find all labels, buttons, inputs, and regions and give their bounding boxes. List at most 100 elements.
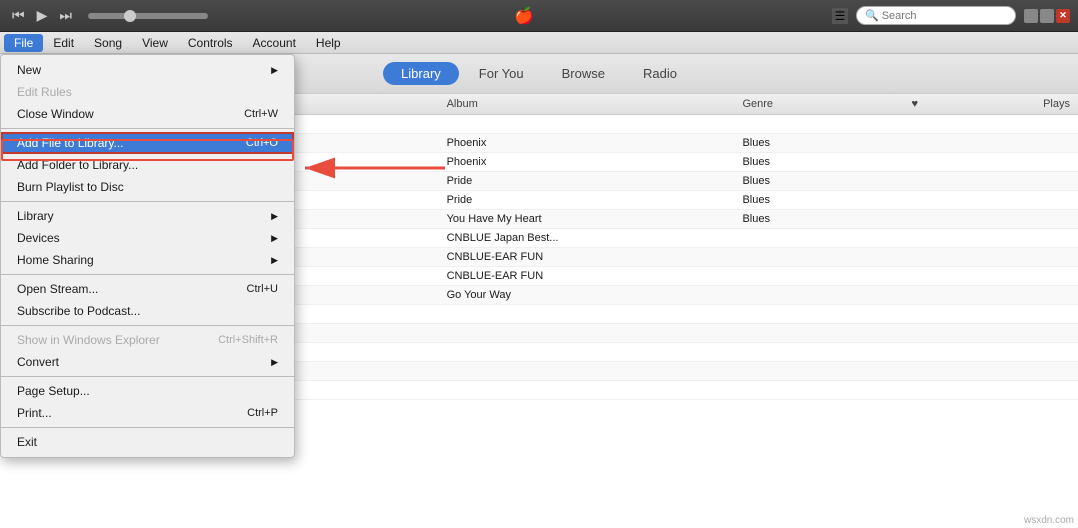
menu-bar: File Edit Song View Controls Account Hel… (0, 32, 1078, 54)
submenu-arrow-library-icon: ▶ (271, 211, 278, 222)
cell-genre (734, 324, 903, 343)
menu-devices[interactable]: Devices ▶ (1, 227, 294, 249)
submenu-arrow-icon: ▶ (271, 65, 278, 76)
menu-edit[interactable]: Edit (43, 34, 84, 52)
cell-album: CNBLUE-EAR FUN (439, 267, 735, 286)
cell-plays (951, 115, 1078, 134)
menu-new[interactable]: New ▶ (1, 59, 294, 81)
cell-plays (951, 305, 1078, 324)
col-plays[interactable]: Plays (951, 94, 1078, 115)
menu-burn-playlist[interactable]: Burn Playlist to Disc (1, 176, 294, 198)
cell-heart2 (904, 191, 952, 210)
cell-genre (734, 115, 903, 134)
submenu-arrow-convert-icon: ▶ (271, 357, 278, 368)
rewind-button[interactable]: ⏮ (8, 7, 29, 24)
tab-browse[interactable]: Browse (544, 62, 623, 85)
cell-genre: Blues (734, 172, 903, 191)
cell-album: You Have My Heart (439, 210, 735, 229)
cell-heart2 (904, 172, 952, 191)
cell-heart2 (904, 248, 952, 267)
cell-album (439, 115, 735, 134)
play-button[interactable]: ▶ (33, 7, 52, 24)
menu-view[interactable]: View (132, 34, 178, 52)
progress-knob[interactable] (124, 10, 136, 22)
menu-add-folder[interactable]: Add Folder to Library... (1, 154, 294, 176)
separator-1 (1, 128, 294, 129)
cell-plays (951, 343, 1078, 362)
col-heart2[interactable]: ♥ (904, 94, 952, 115)
menu-open-stream[interactable]: Open Stream... Ctrl+U (1, 278, 294, 300)
cell-plays (951, 324, 1078, 343)
menu-convert[interactable]: Convert ▶ (1, 351, 294, 373)
cell-album: Pride (439, 172, 735, 191)
search-input[interactable] (882, 10, 1002, 22)
menu-account[interactable]: Account (243, 34, 306, 52)
cell-album: CNBLUE Japan Best... (439, 229, 735, 248)
cell-plays (951, 229, 1078, 248)
menu-close-window[interactable]: Close Window Ctrl+W (1, 103, 294, 125)
cell-genre (734, 381, 903, 400)
cell-genre: Blues (734, 210, 903, 229)
cell-heart2 (904, 210, 952, 229)
file-dropdown-menu: New ▶ Edit Rules Close Window Ctrl+W Add… (0, 54, 295, 458)
menu-library[interactable]: Library ▶ (1, 205, 294, 227)
cell-plays (951, 210, 1078, 229)
progress-bar[interactable] (88, 13, 208, 19)
cell-album (439, 324, 735, 343)
cell-album: Pride (439, 191, 735, 210)
separator-5 (1, 376, 294, 377)
separator-3 (1, 274, 294, 275)
col-genre[interactable]: Genre (734, 94, 903, 115)
cell-heart2 (904, 115, 952, 134)
cell-genre (734, 229, 903, 248)
menu-edit-rules: Edit Rules (1, 81, 294, 103)
fast-forward-button[interactable]: ⏭ (55, 7, 76, 24)
menu-print[interactable]: Print... Ctrl+P (1, 402, 294, 424)
search-bar[interactable]: 🔍 (856, 6, 1016, 25)
menu-help[interactable]: Help (306, 34, 351, 52)
cell-plays (951, 191, 1078, 210)
tab-radio[interactable]: Radio (625, 62, 695, 85)
close-button[interactable]: ✕ (1056, 9, 1070, 23)
cell-album (439, 343, 735, 362)
cell-plays (951, 134, 1078, 153)
menu-song[interactable]: Song (84, 34, 132, 52)
cell-plays (951, 267, 1078, 286)
tab-for-you[interactable]: For You (461, 62, 542, 85)
submenu-arrow-devices-icon: ▶ (271, 233, 278, 244)
cell-genre: Blues (734, 191, 903, 210)
cell-album (439, 381, 735, 400)
cell-heart2 (904, 362, 952, 381)
cell-heart2 (904, 324, 952, 343)
cell-heart2 (904, 381, 952, 400)
separator-6 (1, 427, 294, 428)
menu-controls[interactable]: Controls (178, 34, 243, 52)
menu-subscribe-podcast[interactable]: Subscribe to Podcast... (1, 300, 294, 322)
maximize-button[interactable]: □ (1040, 9, 1054, 23)
cell-genre (734, 343, 903, 362)
col-album[interactable]: Album (439, 94, 735, 115)
cell-plays (951, 172, 1078, 191)
cell-genre (734, 267, 903, 286)
menu-exit[interactable]: Exit (1, 431, 294, 453)
menu-home-sharing[interactable]: Home Sharing ▶ (1, 249, 294, 271)
cell-genre: Blues (734, 134, 903, 153)
menu-page-setup[interactable]: Page Setup... (1, 380, 294, 402)
apple-logo-icon: 🍎 (514, 6, 534, 26)
cell-album: Go Your Way (439, 286, 735, 305)
menu-show-explorer: Show in Windows Explorer Ctrl+Shift+R (1, 329, 294, 351)
playback-controls: ⏮ ▶ ⏭ (8, 7, 216, 24)
cell-plays (951, 286, 1078, 305)
cell-album: CNBLUE-EAR FUN (439, 248, 735, 267)
cell-plays (951, 248, 1078, 267)
list-view-button[interactable]: ☰ (832, 8, 848, 24)
search-icon: 🔍 (865, 9, 879, 22)
minimize-button[interactable]: _ (1024, 9, 1038, 23)
cell-genre (734, 248, 903, 267)
menu-add-file[interactable]: Add File to Library... Ctrl+O (1, 132, 294, 154)
menu-file[interactable]: File (4, 34, 43, 52)
separator-4 (1, 325, 294, 326)
cell-genre: Blues (734, 153, 903, 172)
cell-heart2 (904, 134, 952, 153)
tab-library[interactable]: Library (383, 62, 459, 85)
